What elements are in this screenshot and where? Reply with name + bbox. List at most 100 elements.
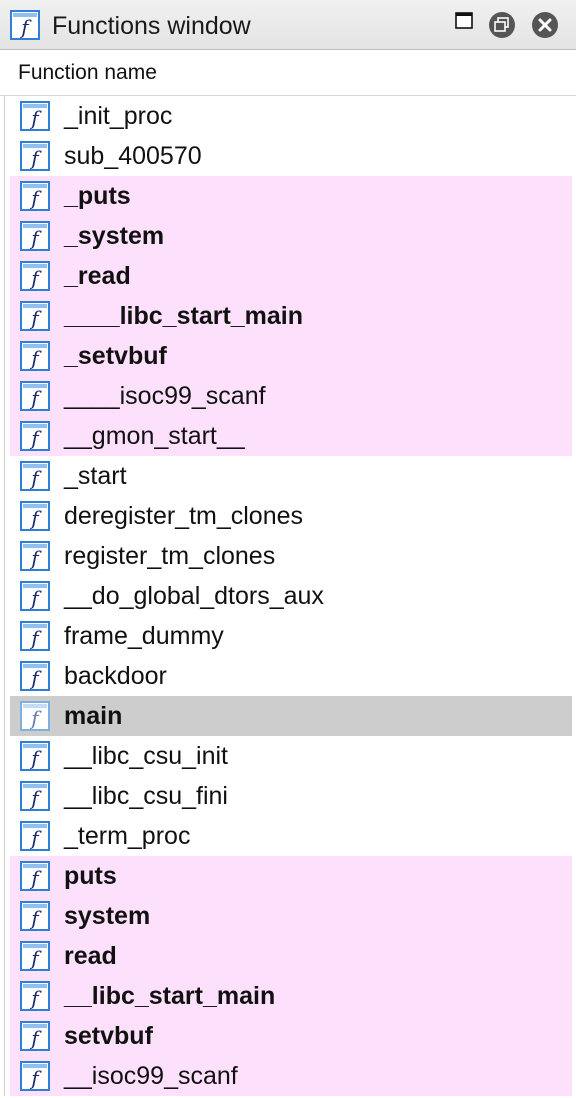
function-icon: f bbox=[20, 421, 50, 451]
function-name: main bbox=[64, 702, 123, 730]
function-icon: f bbox=[20, 621, 50, 651]
function-name: __gmon_start__ bbox=[64, 422, 245, 450]
function-icon: f bbox=[20, 541, 50, 571]
function-name: _system bbox=[64, 222, 165, 250]
function-name: puts bbox=[64, 862, 117, 890]
function-icon: f bbox=[20, 461, 50, 491]
function-icon: f bbox=[20, 661, 50, 691]
list-item[interactable]: f deregister_tm_clones bbox=[0, 496, 576, 536]
function-name: register_tm_clones bbox=[64, 542, 276, 570]
row-gutter bbox=[0, 856, 10, 896]
row-gutter bbox=[0, 576, 10, 616]
list-item[interactable]: f backdoor bbox=[0, 656, 576, 696]
row-gutter bbox=[0, 696, 10, 736]
list-item[interactable]: f __isoc99_scanf bbox=[0, 1056, 576, 1096]
function-name: _init_proc bbox=[64, 102, 173, 130]
function-icon: f bbox=[20, 301, 50, 331]
function-icon: f bbox=[20, 341, 50, 371]
function-name: _puts bbox=[64, 182, 131, 210]
list-item[interactable]: f _init_proc bbox=[0, 96, 576, 136]
close-icon[interactable] bbox=[530, 10, 560, 40]
row-gutter bbox=[0, 976, 10, 1016]
row-gutter bbox=[0, 816, 10, 856]
list-item[interactable]: f _setvbuf bbox=[0, 336, 576, 376]
function-icon: f bbox=[20, 501, 50, 531]
function-name: setvbuf bbox=[64, 1022, 153, 1050]
row-gutter bbox=[0, 216, 10, 256]
function-name: _term_proc bbox=[64, 822, 191, 850]
list-item[interactable]: f __libc_csu_init bbox=[0, 736, 576, 776]
row-gutter bbox=[0, 456, 10, 496]
function-icon: f bbox=[20, 381, 50, 411]
row-gutter bbox=[0, 1056, 10, 1096]
window-title: Functions window bbox=[52, 12, 251, 40]
function-name: __libc_start_main bbox=[64, 982, 276, 1010]
row-gutter bbox=[0, 136, 10, 176]
row-gutter bbox=[0, 896, 10, 936]
function-icon: f bbox=[20, 741, 50, 771]
row-gutter bbox=[0, 776, 10, 816]
function-icon: f bbox=[20, 101, 50, 131]
function-name: ____libc_start_main bbox=[64, 302, 304, 330]
column-header[interactable]: Function name bbox=[0, 50, 576, 96]
list-item[interactable]: f _system bbox=[0, 216, 576, 256]
row-gutter bbox=[0, 496, 10, 536]
list-item[interactable]: f setvbuf bbox=[0, 1016, 576, 1056]
list-item[interactable]: f register_tm_clones bbox=[0, 536, 576, 576]
function-name: sub_400570 bbox=[64, 142, 202, 170]
list-item[interactable]: f frame_dummy bbox=[0, 616, 576, 656]
restore-icon[interactable] bbox=[487, 10, 517, 40]
list-item[interactable]: f system bbox=[0, 896, 576, 936]
window-titlebar[interactable]: f Functions window bbox=[0, 0, 576, 50]
list-item[interactable]: f read bbox=[0, 936, 576, 976]
function-list[interactable]: f _init_proc f sub_400570 f _puts f _system f _re… bbox=[0, 96, 576, 1098]
function-icon: f bbox=[20, 1021, 50, 1051]
row-gutter bbox=[0, 336, 10, 376]
list-item[interactable]: f ____libc_start_main bbox=[0, 296, 576, 336]
row-gutter bbox=[0, 936, 10, 976]
functions-window: f Functions window Function name f _init_… bbox=[0, 0, 576, 1098]
row-gutter bbox=[0, 536, 10, 576]
function-icon: f bbox=[20, 141, 50, 171]
row-gutter bbox=[0, 616, 10, 656]
function-name: frame_dummy bbox=[64, 622, 224, 650]
function-icon: f bbox=[20, 701, 50, 731]
function-icon: f bbox=[20, 821, 50, 851]
list-item[interactable]: f sub_400570 bbox=[0, 136, 576, 176]
list-item[interactable]: f __libc_start_main bbox=[0, 976, 576, 1016]
list-item[interactable]: f _term_proc bbox=[0, 816, 576, 856]
column-header-function-name[interactable]: Function name bbox=[18, 60, 157, 86]
maximize-icon[interactable] bbox=[450, 8, 480, 38]
function-name: _start bbox=[64, 462, 127, 490]
function-name: backdoor bbox=[64, 662, 167, 690]
list-item[interactable]: f _read bbox=[0, 256, 576, 296]
list-item[interactable]: f puts bbox=[0, 856, 576, 896]
function-icon: f bbox=[20, 981, 50, 1011]
function-name: __do_global_dtors_aux bbox=[64, 582, 324, 610]
list-item[interactable]: f __libc_csu_fini bbox=[0, 776, 576, 816]
row-gutter bbox=[0, 296, 10, 336]
function-icon: f bbox=[20, 1061, 50, 1091]
row-gutter bbox=[0, 416, 10, 456]
function-name: deregister_tm_clones bbox=[64, 502, 304, 530]
list-item[interactable]: f __gmon_start__ bbox=[0, 416, 576, 456]
row-gutter bbox=[0, 96, 10, 136]
function-icon: f bbox=[20, 581, 50, 611]
function-icon: f bbox=[20, 221, 50, 251]
list-item[interactable]: f main bbox=[0, 696, 576, 736]
list-item[interactable]: f _start bbox=[0, 456, 576, 496]
function-name: __isoc99_scanf bbox=[64, 1062, 238, 1090]
function-icon: f bbox=[10, 10, 40, 40]
row-gutter bbox=[0, 376, 10, 416]
row-gutter bbox=[0, 1016, 10, 1056]
function-name: _read bbox=[64, 262, 131, 290]
list-item[interactable]: f __do_global_dtors_aux bbox=[0, 576, 576, 616]
function-name: ____isoc99_scanf bbox=[64, 382, 266, 410]
function-name: system bbox=[64, 902, 151, 930]
list-item[interactable]: f ____isoc99_scanf bbox=[0, 376, 576, 416]
function-icon: f bbox=[20, 901, 50, 931]
function-name: _setvbuf bbox=[64, 342, 167, 370]
function-icon: f bbox=[20, 261, 50, 291]
list-item[interactable]: f _puts bbox=[0, 176, 576, 216]
row-gutter bbox=[0, 656, 10, 696]
